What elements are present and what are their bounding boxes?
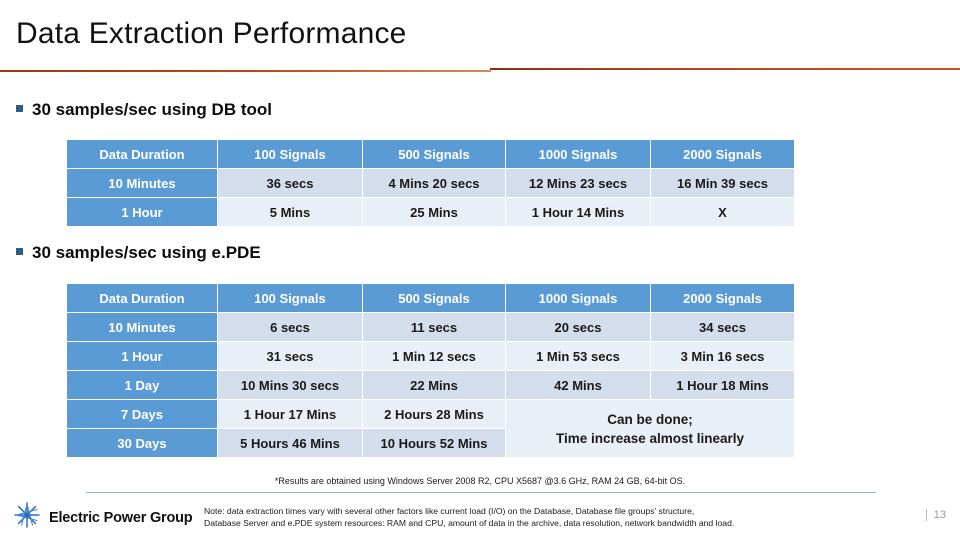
- cell-value: 1 Min 53 secs: [506, 342, 650, 370]
- bullet-square-icon: [16, 105, 23, 112]
- column-header-2000-signals: 2000 Signals: [651, 140, 794, 168]
- cell-value: 3 Min 16 secs: [651, 342, 794, 370]
- cell-value: 16 Min 39 secs: [651, 169, 794, 197]
- cell-value: 36 secs: [218, 169, 362, 197]
- column-header-1000-signals: 1000 Signals: [506, 284, 650, 312]
- table-epde: Data Duration 100 Signals 500 Signals 10…: [66, 283, 795, 458]
- bullet-epde: 30 samples/sec using e.PDE: [16, 243, 261, 263]
- cell-value: 1 Hour 14 Mins: [506, 198, 650, 226]
- cell-value: 31 secs: [218, 342, 362, 370]
- cell-value: X: [651, 198, 794, 226]
- cell-value: 34 secs: [651, 313, 794, 341]
- footer-note: Note: data extraction times vary with se…: [204, 505, 864, 529]
- row-label-1-hour: 1 Hour: [67, 342, 217, 370]
- footer-note-line-2: Database Server and e.PDE system resourc…: [204, 518, 735, 528]
- cell-value: 42 Mins: [506, 371, 650, 399]
- merged-note-line-1: Can be done;: [607, 411, 693, 427]
- row-label-10-minutes: 10 Minutes: [67, 313, 217, 341]
- column-header-data-duration: Data Duration: [67, 140, 217, 168]
- cell-value: 22 Mins: [363, 371, 505, 399]
- table-header-row: Data Duration 100 Signals 500 Signals 10…: [67, 284, 794, 312]
- column-header-100-signals: 100 Signals: [218, 140, 362, 168]
- cell-value: 1 Hour 18 Mins: [651, 371, 794, 399]
- starburst-icon: [14, 502, 40, 533]
- page-number-value: 13: [933, 509, 946, 521]
- column-header-1000-signals: 1000 Signals: [506, 140, 650, 168]
- footnote-text: *Results are obtained using Windows Serv…: [274, 476, 686, 486]
- table-db-tool: Data Duration 100 Signals 500 Signals 10…: [66, 139, 795, 227]
- bullet-epde-label: 30 samples/sec using e.PDE: [32, 243, 261, 262]
- table-row: 1 Hour 31 secs 1 Min 12 secs 1 Min 53 se…: [67, 342, 794, 370]
- cell-value: 12 Mins 23 secs: [506, 169, 650, 197]
- bullet-db-tool-label: 30 samples/sec using DB tool: [32, 100, 272, 119]
- row-label-7-days: 7 Days: [67, 400, 217, 428]
- footer-divider: [86, 492, 876, 493]
- cell-value: 10 Mins 30 secs: [218, 371, 362, 399]
- table-header-row: Data Duration 100 Signals 500 Signals 10…: [67, 140, 794, 168]
- cell-value: 1 Min 12 secs: [363, 342, 505, 370]
- column-header-100-signals: 100 Signals: [218, 284, 362, 312]
- table-row: 10 Minutes 6 secs 11 secs 20 secs 34 sec…: [67, 313, 794, 341]
- merged-note-line-2: Time increase almost linearly: [555, 430, 745, 446]
- cell-value: 2 Hours 28 Mins: [363, 400, 505, 428]
- page-number: 13: [925, 509, 946, 521]
- bullet-db-tool: 30 samples/sec using DB tool: [16, 100, 272, 120]
- cell-value: 10 Hours 52 Mins: [363, 429, 505, 457]
- cell-value: 11 secs: [363, 313, 505, 341]
- column-header-data-duration: Data Duration: [67, 284, 217, 312]
- cell-value: 4 Mins 20 secs: [363, 169, 505, 197]
- cell-value: 6 secs: [218, 313, 362, 341]
- column-header-500-signals: 500 Signals: [363, 140, 505, 168]
- row-label-1-hour: 1 Hour: [67, 198, 217, 226]
- bullet-square-icon: [16, 248, 23, 255]
- row-label-10-minutes: 10 Minutes: [67, 169, 217, 197]
- row-label-1-day: 1 Day: [67, 371, 217, 399]
- footer-logo: Electric Power Group: [14, 502, 193, 533]
- cell-merged-note: Can be done; Time increase almost linear…: [506, 400, 794, 457]
- page-title: Data Extraction Performance: [16, 17, 407, 50]
- title-divider-left: [0, 70, 491, 72]
- cell-value: 5 Hours 46 Mins: [218, 429, 362, 457]
- column-header-500-signals: 500 Signals: [363, 284, 505, 312]
- table-row: 1 Day 10 Mins 30 secs 22 Mins 42 Mins 1 …: [67, 371, 794, 399]
- cell-value: 25 Mins: [363, 198, 505, 226]
- title-divider-right: [490, 68, 960, 70]
- table-row: 1 Hour 5 Mins 25 Mins 1 Hour 14 Mins X: [67, 198, 794, 226]
- cell-value: 5 Mins: [218, 198, 362, 226]
- column-header-2000-signals: 2000 Signals: [651, 284, 794, 312]
- footer-note-line-1: Note: data extraction times vary with se…: [204, 506, 695, 516]
- row-label-30-days: 30 Days: [67, 429, 217, 457]
- page-number-separator: [925, 509, 927, 521]
- table-row: 10 Minutes 36 secs 4 Mins 20 secs 12 Min…: [67, 169, 794, 197]
- cell-value: 20 secs: [506, 313, 650, 341]
- logo-wordmark: Electric Power Group: [49, 509, 193, 526]
- cell-value: 1 Hour 17 Mins: [218, 400, 362, 428]
- table-row: 7 Days 1 Hour 17 Mins 2 Hours 28 Mins Ca…: [67, 400, 794, 457]
